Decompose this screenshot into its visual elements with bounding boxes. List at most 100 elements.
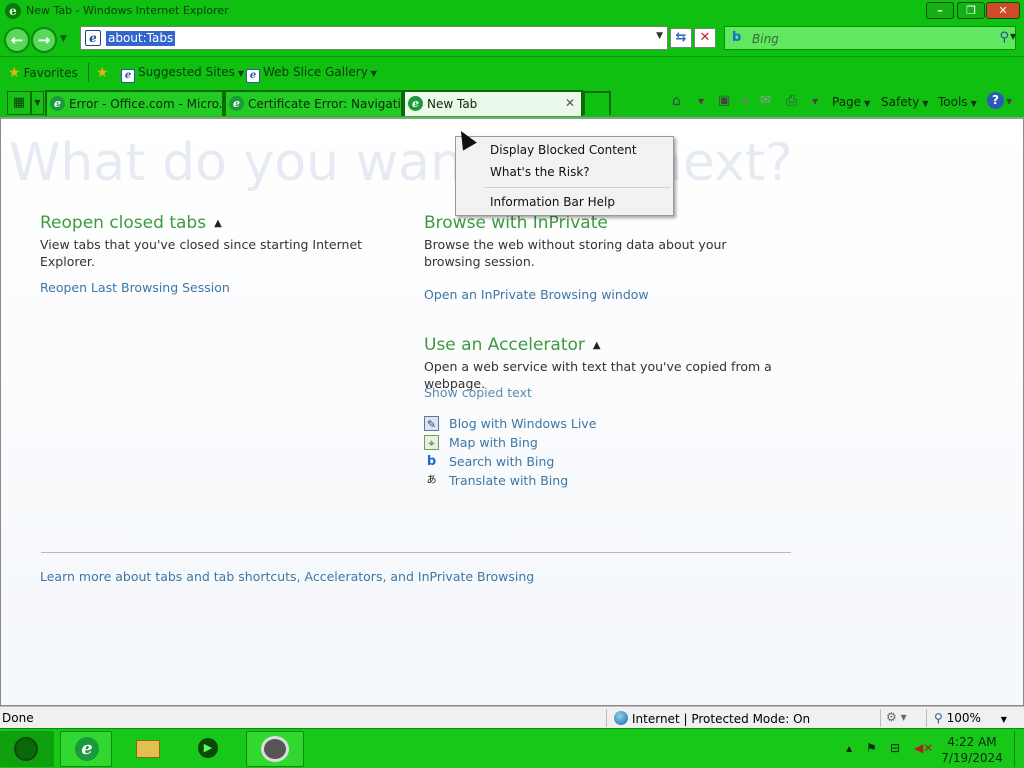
ie-page-icon: e	[246, 69, 260, 83]
back-button[interactable]: ←	[4, 27, 30, 53]
start-button[interactable]	[0, 731, 54, 767]
address-input[interactable]: about:Tabs	[106, 31, 176, 46]
tab-list-dropdown[interactable]: ▼	[31, 91, 44, 115]
safety-menu[interactable]: Safety ▼	[881, 95, 929, 109]
reopen-heading-label: Reopen closed tabs	[40, 213, 207, 233]
tab-label: Error - Office.com - Micro...	[69, 97, 224, 111]
address-dropdown-icon[interactable]: ▼	[656, 31, 663, 41]
collapse-caret-icon[interactable]: ▲	[214, 218, 222, 229]
ie-page-icon: e	[121, 69, 135, 83]
close-button[interactable]: ✕	[986, 2, 1020, 19]
new-tab-heading: What do you want to do next?	[9, 133, 793, 193]
raccoon-app-icon	[261, 736, 289, 762]
page-menu[interactable]: Page ▼	[832, 95, 870, 109]
taskbar-media-player[interactable]: ▶	[182, 731, 234, 767]
learn-more-link[interactable]: Learn more about tabs and tab shortcuts,…	[40, 569, 534, 584]
quick-tabs-button[interactable]: ▦	[7, 91, 31, 115]
content-divider	[41, 552, 791, 553]
inprivate-description: Browse the web without storing data abou…	[424, 237, 727, 269]
information-bar-context-menu: Display Blocked Content What's the Risk?…	[455, 136, 674, 216]
restore-button[interactable]: ❐	[957, 2, 985, 19]
print-icon[interactable]: ⎙	[786, 93, 797, 109]
security-zone[interactable]: Internet | Protected Mode: On	[614, 711, 810, 726]
suggested-sites-button[interactable]: e Suggested Sites ▼	[121, 65, 244, 83]
search-options-dropdown[interactable]: ▼	[1010, 32, 1016, 41]
clock-date: 7/19/2024	[941, 751, 1003, 765]
web-slice-gallery-button[interactable]: e Web Slice Gallery ▼	[246, 65, 377, 83]
home-icon[interactable]: ⌂	[672, 93, 681, 109]
help-icon[interactable]: ?	[987, 92, 1004, 109]
windows-logo-icon	[14, 737, 38, 761]
internet-globe-icon	[614, 711, 628, 725]
read-mail-icon[interactable]: ✉	[760, 93, 771, 108]
print-dropdown[interactable]: ▼	[812, 97, 818, 106]
show-hidden-icons[interactable]: ▲	[846, 744, 852, 753]
taskbar-file-explorer[interactable]	[122, 731, 174, 767]
status-separator	[926, 709, 927, 727]
translate-with-bing-link[interactable]: Translate with Bing	[449, 473, 568, 488]
tab-new-tab[interactable]: e New Tab ✕	[403, 90, 583, 116]
tools-menu[interactable]: Tools ▼	[938, 95, 977, 109]
zoom-dropdown-icon[interactable]: ▼	[1001, 715, 1007, 724]
stop-button[interactable]: ✕	[694, 28, 716, 48]
favorites-button[interactable]: ★ Favorites	[8, 65, 78, 81]
status-text: Done	[2, 711, 34, 725]
show-desktop-button[interactable]	[1014, 731, 1024, 767]
zoom-level[interactable]: ⚲ 100% ▼	[934, 711, 1007, 725]
reopen-last-session-link[interactable]: Reopen Last Browsing Session	[40, 280, 230, 295]
bing-logo-icon: b	[732, 30, 742, 45]
folder-icon	[136, 740, 160, 758]
feeds-icon[interactable]: ▣	[718, 93, 730, 108]
search-input[interactable]: Bing	[752, 32, 779, 46]
tab-label: Certificate Error: Navigatio...	[248, 97, 403, 111]
zoom-value: 100%	[946, 711, 981, 725]
map-with-bing-link[interactable]: Map with Bing	[449, 435, 538, 450]
search-icon[interactable]: ⚲	[999, 30, 1009, 45]
favorites-star-icon: ★	[8, 65, 21, 81]
feeds-dropdown[interactable]: ▼	[742, 97, 748, 106]
forward-button[interactable]: →	[31, 27, 57, 53]
collapse-caret-icon[interactable]: ▲	[593, 340, 601, 351]
taskbar-internet-explorer[interactable]: e	[60, 731, 112, 767]
whats-the-risk-item[interactable]: What's the Risk?	[490, 165, 590, 179]
show-copied-text-link[interactable]: Show copied text	[424, 385, 532, 400]
home-dropdown[interactable]: ▼	[698, 97, 704, 106]
blog-with-windows-live-link[interactable]: Blog with Windows Live	[449, 416, 596, 431]
ie-tab-icon: e	[50, 96, 65, 111]
display-blocked-content-item[interactable]: Display Blocked Content	[490, 143, 637, 157]
open-inprivate-link[interactable]: Open an InPrivate Browsing window	[424, 287, 649, 302]
search-box[interactable]: b Bing ⚲	[724, 26, 1016, 50]
tab-error-office[interactable]: e Error - Office.com - Micro...	[45, 90, 224, 116]
close-tab-icon[interactable]: ✕	[565, 96, 575, 110]
add-to-favorites-bar-button[interactable]: ★	[96, 65, 112, 81]
new-tab-button[interactable]	[583, 91, 611, 115]
reopen-closed-tabs-heading[interactable]: Reopen closed tabs ▲	[40, 213, 222, 233]
address-bar[interactable]: e about:Tabs ▼	[80, 26, 668, 50]
information-bar-help-item[interactable]: Information Bar Help	[490, 195, 615, 209]
taskbar-app[interactable]	[246, 731, 304, 767]
status-security-icon[interactable]: ⚙ ▾	[886, 710, 907, 724]
window-title: New Tab - Windows Internet Explorer	[26, 4, 229, 17]
recent-pages-dropdown[interactable]: ▼	[60, 34, 67, 44]
refresh-button[interactable]: ⇆	[670, 28, 692, 48]
volume-muted-icon[interactable]: ◀✕	[914, 741, 933, 755]
internet-explorer-icon: e	[75, 737, 99, 761]
map-icon: ⌖	[424, 435, 439, 450]
menu-separator	[484, 187, 670, 188]
chevron-down-icon: ▼	[370, 69, 377, 78]
use-accelerator-heading[interactable]: Use an Accelerator ▲	[424, 335, 601, 355]
status-bar: Done Internet | Protected Mode: On ⚙ ▾ ⚲…	[0, 706, 1024, 728]
reopen-description: View tabs that you've closed since start…	[40, 237, 363, 269]
favorites-bar: ★ Favorites ★ e Suggested Sites ▼ e Web Slic…	[0, 56, 1024, 87]
network-icon[interactable]: ⊟	[890, 741, 900, 755]
navigation-bar: ← → ▼ e about:Tabs ▼ ⇆ ✕ b Bing ⚲ ▼	[0, 22, 1024, 56]
taskbar: e ▶ ▲ ⚑ ⊟ ◀✕ 4:22 AM 7/19/2024	[0, 728, 1024, 768]
help-dropdown[interactable]: ▼	[1006, 97, 1012, 106]
chevron-down-icon: ▼	[237, 69, 245, 78]
action-center-flag-icon[interactable]: ⚑	[866, 741, 877, 755]
tab-certificate-error[interactable]: e Certificate Error: Navigatio...	[224, 90, 403, 116]
minimize-button[interactable]: –	[926, 2, 954, 19]
blog-icon: ✎	[424, 416, 439, 431]
search-with-bing-link[interactable]: Search with Bing	[449, 454, 554, 469]
system-clock[interactable]: 4:22 AM 7/19/2024	[940, 734, 1004, 766]
